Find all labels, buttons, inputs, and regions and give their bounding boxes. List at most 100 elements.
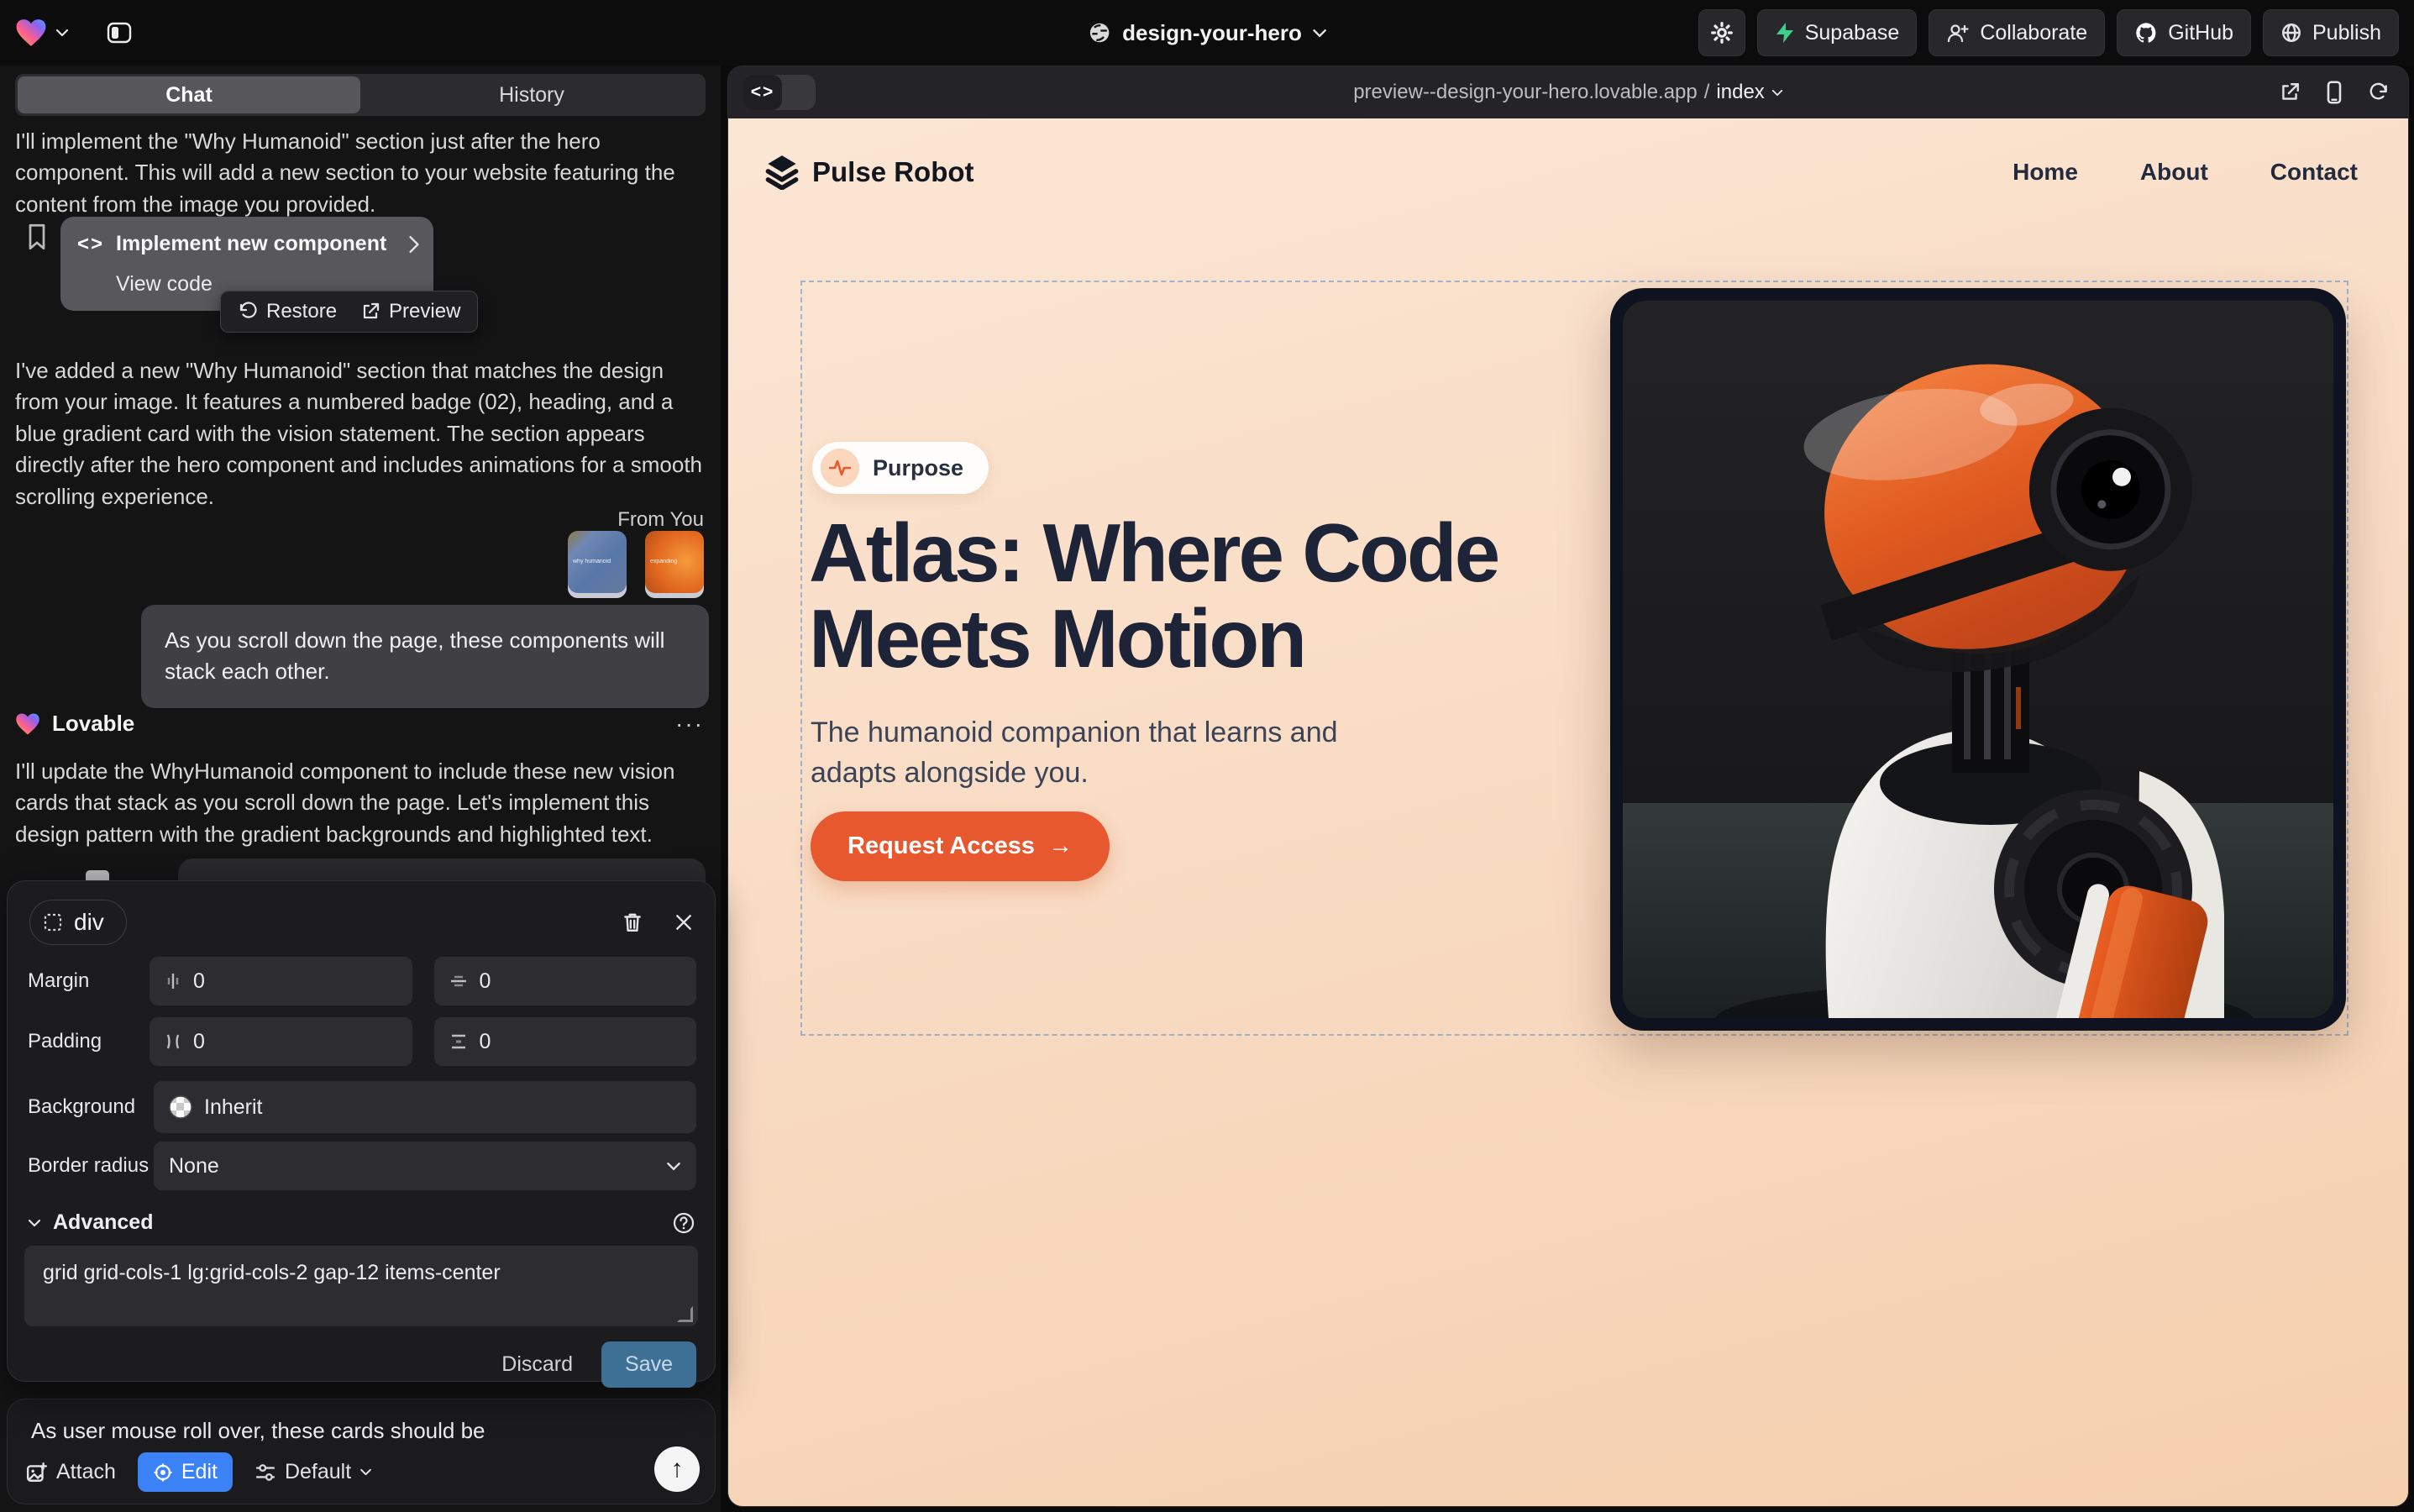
chevron-down-icon bbox=[666, 1162, 681, 1171]
margin-label: Margin bbox=[28, 969, 150, 993]
padding-y-icon bbox=[449, 1033, 468, 1050]
border-radius-label: Border radius bbox=[28, 1154, 154, 1178]
supabase-button[interactable]: Supabase bbox=[1757, 9, 1918, 56]
selected-element-outline: Purpose Atlas: Where Code Meets Motion T… bbox=[800, 281, 2348, 1036]
external-link-icon bbox=[360, 302, 380, 322]
send-arrow-icon: ↑ bbox=[671, 1455, 684, 1483]
margin-x-icon bbox=[165, 972, 181, 990]
collaborate-button[interactable]: Collaborate bbox=[1929, 9, 2105, 56]
nav-home[interactable]: Home bbox=[2013, 159, 2078, 186]
background-input[interactable]: Inherit bbox=[154, 1081, 696, 1133]
lovable-heart-icon bbox=[15, 712, 40, 736]
nav-about[interactable]: About bbox=[2140, 159, 2208, 186]
model-mode-select[interactable]: Default bbox=[255, 1460, 372, 1484]
preview-button[interactable]: Preview bbox=[360, 300, 460, 323]
padding-label: Padding bbox=[28, 1030, 150, 1053]
save-button[interactable]: Save bbox=[601, 1341, 696, 1388]
chevron-down-icon bbox=[28, 1219, 41, 1227]
project-selector[interactable]: design-your-hero bbox=[1087, 0, 1327, 66]
chat-composer: As user mouse roll over, these cards sho… bbox=[7, 1399, 716, 1504]
attachment-thumbnail-1[interactable]: why humanoid bbox=[568, 531, 627, 598]
site-preview: Pulse Robot Home About Contact Purpose A… bbox=[728, 118, 2408, 1506]
site-nav: Home About Contact bbox=[2013, 159, 2358, 186]
component-card-title: Implement new component bbox=[116, 232, 386, 256]
assistant-message-1: I'll implement the "Why Humanoid" sectio… bbox=[15, 126, 697, 220]
open-in-new-tab-button[interactable] bbox=[2279, 81, 2301, 103]
message-menu-button[interactable]: ··· bbox=[675, 720, 704, 728]
preview-panel: <> preview--design-your-hero.lovable.app… bbox=[727, 66, 2409, 1507]
tab-chat[interactable]: Chat bbox=[18, 76, 360, 113]
target-icon bbox=[153, 1462, 173, 1483]
github-button[interactable]: GitHub bbox=[2117, 9, 2251, 56]
preview-url-bar[interactable]: preview--design-your-hero.lovable.app / … bbox=[1353, 81, 1783, 104]
send-button[interactable]: ↑ bbox=[654, 1446, 700, 1492]
supabase-icon bbox=[1775, 22, 1795, 44]
user-message-bubble: As you scroll down the page, these compo… bbox=[141, 605, 709, 708]
robot-image bbox=[1623, 301, 2333, 1018]
globe-icon bbox=[1087, 20, 1112, 45]
code-icon: <> bbox=[743, 75, 782, 110]
logo-caret-icon[interactable] bbox=[55, 29, 69, 37]
dashed-box-icon bbox=[44, 913, 62, 932]
edit-mode-button[interactable]: Edit bbox=[138, 1452, 233, 1492]
sidebar-toggle-button[interactable] bbox=[99, 13, 139, 53]
restore-icon bbox=[238, 302, 258, 322]
preview-url: preview--design-your-hero.lovable.app bbox=[1353, 81, 1698, 104]
attach-button[interactable]: Attach bbox=[26, 1460, 116, 1484]
help-button[interactable] bbox=[673, 1212, 695, 1234]
chevron-down-icon bbox=[1771, 89, 1783, 97]
code-view-toggle[interactable]: <> bbox=[743, 75, 816, 110]
project-caret-icon bbox=[1312, 29, 1327, 38]
attach-image-icon bbox=[26, 1462, 48, 1483]
site-brand[interactable]: Pulse Robot bbox=[765, 155, 974, 190]
request-access-button[interactable]: Request Access → bbox=[811, 811, 1110, 881]
element-tag: div bbox=[74, 909, 104, 936]
restore-button[interactable]: Restore bbox=[238, 300, 337, 323]
close-inspector-button[interactable] bbox=[674, 913, 693, 932]
discard-button[interactable]: Discard bbox=[501, 1352, 573, 1377]
padding-x-icon bbox=[165, 1032, 181, 1051]
composer-input[interactable]: As user mouse roll over, these cards sho… bbox=[31, 1418, 691, 1444]
purpose-badge: Purpose bbox=[812, 442, 989, 494]
lovable-heart-logo[interactable] bbox=[15, 18, 47, 48]
chevron-down-icon bbox=[359, 1468, 372, 1476]
pulse-icon bbox=[821, 449, 859, 487]
code-icon: <> bbox=[77, 233, 104, 256]
hero-image-card bbox=[1610, 288, 2346, 1031]
hero-heading: Atlas: Where Code Meets Motion bbox=[809, 511, 1531, 682]
bookmark-icon[interactable] bbox=[25, 223, 49, 250]
padding-x-input[interactable]: 0 bbox=[150, 1017, 412, 1066]
gear-icon bbox=[1710, 21, 1734, 45]
delete-element-button[interactable] bbox=[622, 911, 643, 933]
margin-x-input[interactable]: 0 bbox=[150, 957, 412, 1005]
collaborate-icon bbox=[1946, 22, 1970, 44]
topbar: design-your-hero Supabase bbox=[0, 0, 2414, 66]
padding-y-input[interactable]: 0 bbox=[434, 1017, 697, 1066]
classes-textarea[interactable]: grid grid-cols-1 lg:grid-cols-2 gap-12 i… bbox=[24, 1246, 698, 1326]
element-inspector-panel: div Margin 0 0 bbox=[7, 880, 716, 1382]
selected-element-chip[interactable]: div bbox=[29, 900, 127, 945]
preview-header: <> preview--design-your-hero.lovable.app… bbox=[728, 66, 2408, 118]
margin-y-input[interactable]: 0 bbox=[434, 957, 697, 1005]
publish-button[interactable]: Publish bbox=[2263, 9, 2399, 56]
assistant-name: Lovable bbox=[52, 711, 134, 737]
refresh-button[interactable] bbox=[2368, 81, 2390, 103]
border-radius-select[interactable]: None bbox=[154, 1142, 696, 1190]
chat-sidebar: Chat History I'll implement the "Why Hum… bbox=[0, 66, 721, 1512]
chevron-right-icon bbox=[408, 235, 420, 254]
layers-logo-icon bbox=[765, 155, 799, 190]
hero-subheading: The humanoid companion that learns and a… bbox=[811, 712, 1382, 794]
chat-history-tabs: Chat History bbox=[15, 74, 706, 116]
transparent-swatch-icon bbox=[169, 1095, 192, 1119]
attachment-thumbnail-2[interactable]: expanding bbox=[645, 531, 704, 598]
mobile-view-button[interactable] bbox=[2326, 81, 2343, 104]
from-you-label: From You bbox=[617, 508, 704, 532]
settings-button[interactable] bbox=[1698, 9, 1745, 56]
margin-y-icon bbox=[449, 973, 468, 990]
background-label: Background bbox=[28, 1095, 154, 1119]
sliders-icon bbox=[255, 1462, 276, 1483]
nav-contact[interactable]: Contact bbox=[2270, 159, 2358, 186]
advanced-toggle[interactable]: Advanced bbox=[28, 1210, 153, 1235]
view-code-link[interactable]: View code bbox=[116, 272, 213, 297]
tab-history[interactable]: History bbox=[360, 76, 703, 113]
